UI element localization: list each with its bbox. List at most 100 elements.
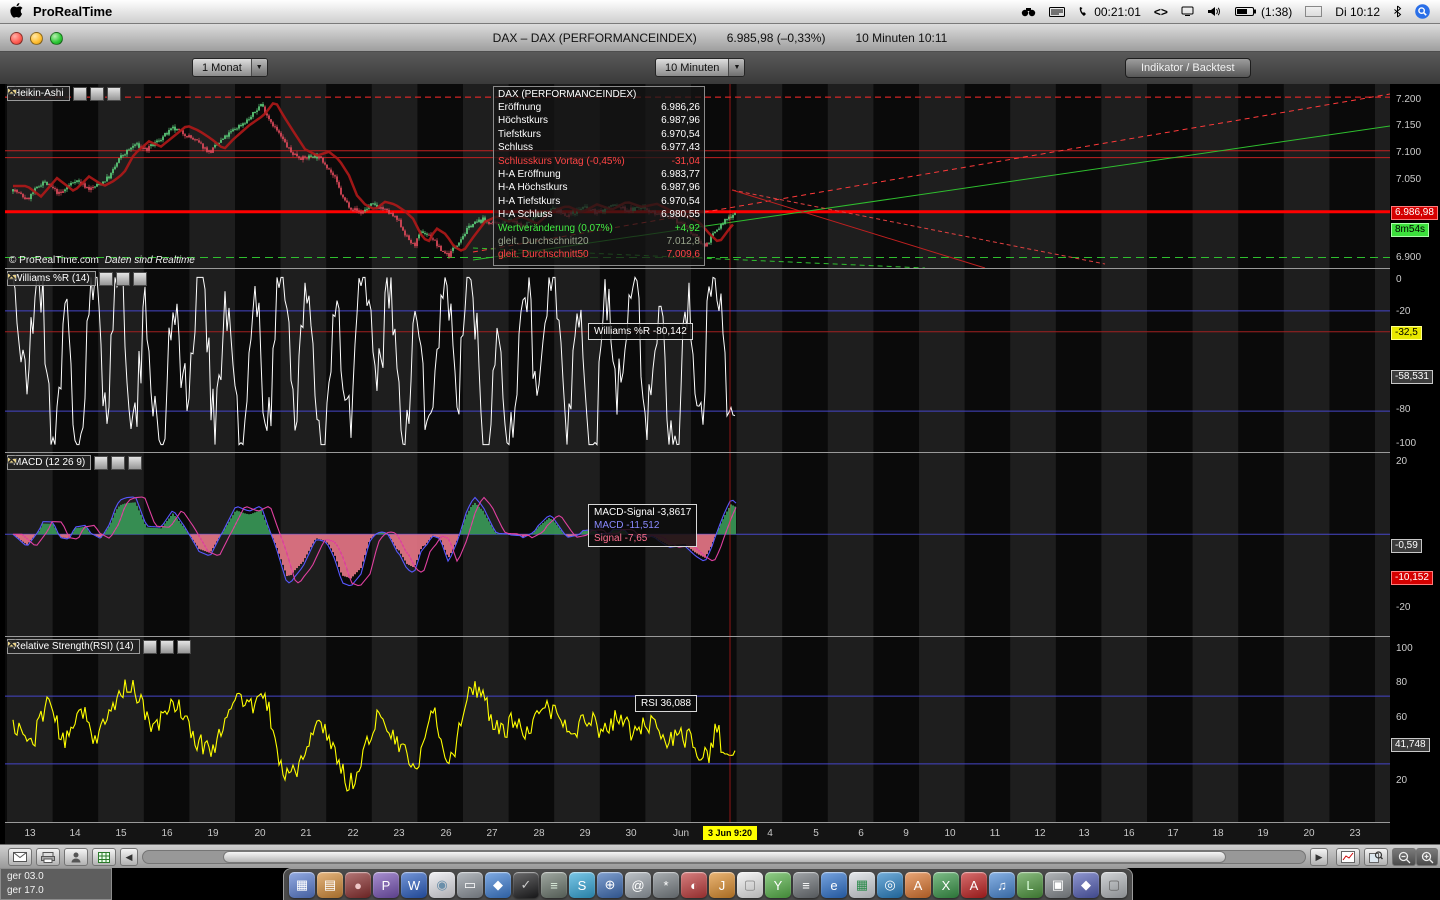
volume-icon[interactable] [1207, 6, 1222, 17]
chevron-down-icon[interactable]: ▼ [728, 59, 744, 76]
zoom-in-icon[interactable] [1416, 848, 1438, 866]
background-window-fragment[interactable]: ger 03.0ger 17.0 [0, 868, 112, 900]
williams-chart[interactable] [5, 269, 1390, 452]
time-axis-label: 20 [1303, 828, 1314, 839]
zoom-window-button[interactable] [50, 32, 63, 45]
price-axis[interactable]: 7.2007.1507.1007.0506.986,988m54s6.9000-… [1390, 84, 1440, 844]
indicator-backtest-button[interactable]: Indikator / Backtest [1125, 58, 1251, 78]
dock-icon[interactable]: ◆ [485, 872, 511, 898]
timeframe-dropdown[interactable]: 10 Minuten ▼ [655, 58, 745, 77]
dock-icon[interactable]: @ [625, 872, 651, 898]
close-icon[interactable] [107, 87, 121, 101]
app-menu-title[interactable]: ProRealTime [33, 4, 112, 19]
keyboard-icon[interactable] [1049, 7, 1065, 17]
wrench-icon[interactable] [143, 640, 157, 654]
quote-info-row: Schluss6.977,43 [494, 141, 704, 154]
mail-icon[interactable] [8, 848, 32, 866]
dock-icon[interactable]: X [933, 872, 959, 898]
axis-label: -100 [1396, 438, 1416, 450]
folder-icon[interactable] [111, 456, 125, 470]
user-icon[interactable] [64, 848, 88, 866]
cursor-date-badge: 3 Jun 9:20 [703, 826, 757, 840]
dock-icon[interactable]: e [821, 872, 847, 898]
dock-icon[interactable]: P [373, 872, 399, 898]
time-axis-label: Jun [673, 828, 689, 839]
dock-icon[interactable]: ● [345, 872, 371, 898]
dock-icon[interactable]: A [961, 872, 987, 898]
macd-chart[interactable] [5, 453, 1390, 636]
close-window-button[interactable] [10, 32, 23, 45]
horizontal-scrollbar[interactable] [142, 850, 1306, 864]
wrench-icon[interactable] [73, 87, 87, 101]
window-title-bar[interactable]: DAX – DAX (PERFORMANCEINDEX) 6.985,98 (–… [0, 24, 1440, 52]
dock-icon[interactable]: ≡ [541, 872, 567, 898]
close-icon[interactable] [177, 640, 191, 654]
zoom-window-icon[interactable] [1364, 848, 1388, 866]
spotlight-icon[interactable] [1415, 4, 1430, 19]
range-dropdown[interactable]: 1 Monat ▼ [192, 58, 268, 77]
dock-icon[interactable]: ▭ [457, 872, 483, 898]
wrench-icon[interactable] [94, 456, 108, 470]
macd-tooltip-line: MACD -11,512 [594, 519, 691, 532]
dock-icon[interactable]: ⊕ [597, 872, 623, 898]
dock-icon[interactable]: ▢ [737, 872, 763, 898]
dock-icon[interactable]: W [401, 872, 427, 898]
dock-icon[interactable]: ▦ [849, 872, 875, 898]
time-axis-label: 15 [115, 828, 126, 839]
dock-icon[interactable]: S [569, 872, 595, 898]
dock-icon[interactable]: ▢ [1101, 872, 1127, 898]
battery-icon [1235, 6, 1257, 17]
apple-menu-icon[interactable] [10, 3, 23, 21]
menu-bar-clock[interactable]: Di 10:12 [1335, 5, 1380, 19]
folder-icon[interactable] [90, 87, 104, 101]
rsi-chart[interactable] [5, 637, 1390, 822]
input-switch-arrows[interactable]: <> [1154, 5, 1168, 19]
chevron-down-icon[interactable]: ▼ [251, 59, 267, 76]
dock-icon[interactable]: A [905, 872, 931, 898]
call-timer[interactable]: 00:21:01 [1078, 5, 1141, 19]
dock-icon[interactable]: ♫ [989, 872, 1015, 898]
time-axis[interactable]: 1314151619202122232627282930Jun456910111… [5, 822, 1390, 844]
dock-icon[interactable]: ▤ [317, 872, 343, 898]
dock-icon[interactable]: ◎ [877, 872, 903, 898]
wrench-icon[interactable] [99, 272, 113, 286]
quote-info-row: Schlusskurs Vortag (-0,45%)-31,04 [494, 155, 704, 168]
call-timer-text: 00:21:01 [1094, 5, 1141, 19]
scroll-left-button[interactable]: ◀ [120, 848, 138, 866]
zoom-out-icon[interactable] [1392, 848, 1416, 866]
dock-icon[interactable]: ◐ [681, 872, 707, 898]
minimize-window-button[interactable] [30, 32, 43, 45]
dock-icon[interactable]: ◆ [1073, 872, 1099, 898]
scrollbar-thumb[interactable] [223, 851, 1226, 863]
binoculars-icon[interactable] [1021, 7, 1036, 17]
dock-icon[interactable]: L [1017, 872, 1043, 898]
dock-icon[interactable]: * [653, 872, 679, 898]
close-icon[interactable] [133, 272, 147, 286]
axis-value-badge: 41,748 [1391, 738, 1430, 752]
export-table-icon[interactable] [92, 848, 116, 866]
folder-icon[interactable] [116, 272, 130, 286]
chart-fit-icon[interactable] [1336, 848, 1360, 866]
dock-icon[interactable]: ≡ [793, 872, 819, 898]
close-icon[interactable] [128, 456, 142, 470]
dock-icon[interactable]: ✓ [513, 872, 539, 898]
time-axis-label: 28 [533, 828, 544, 839]
bottom-toolbar: ◀ ▶ [0, 844, 1440, 868]
axis-label: -80 [1396, 404, 1410, 416]
indicator-label: MACD (12 26 9) [7, 455, 91, 470]
dock-icon[interactable]: J [709, 872, 735, 898]
scroll-right-button[interactable]: ▶ [1310, 848, 1328, 866]
range-dropdown-value: 1 Monat [202, 62, 242, 74]
dock-icon[interactable]: ▣ [1045, 872, 1071, 898]
german-flag-icon[interactable] [1305, 6, 1322, 17]
dock-icon[interactable]: ◉ [429, 872, 455, 898]
dock-icon[interactable]: ▦ [289, 872, 315, 898]
dock-icon[interactable]: Y [765, 872, 791, 898]
display-icon[interactable] [1181, 6, 1194, 17]
dock: ▦▤●PW◉▭◆✓≡S⊕@*◐J▢Y≡e▦◎AXA♫L▣◆▢ [283, 868, 1133, 900]
folder-icon[interactable] [160, 640, 174, 654]
battery-indicator[interactable]: (1:38) [1235, 5, 1292, 19]
bluetooth-icon[interactable] [1393, 5, 1402, 18]
print-icon[interactable] [36, 848, 60, 866]
rsi-panel: Relative Strength(RSI) (14) RSI 36,088 [5, 636, 1390, 822]
